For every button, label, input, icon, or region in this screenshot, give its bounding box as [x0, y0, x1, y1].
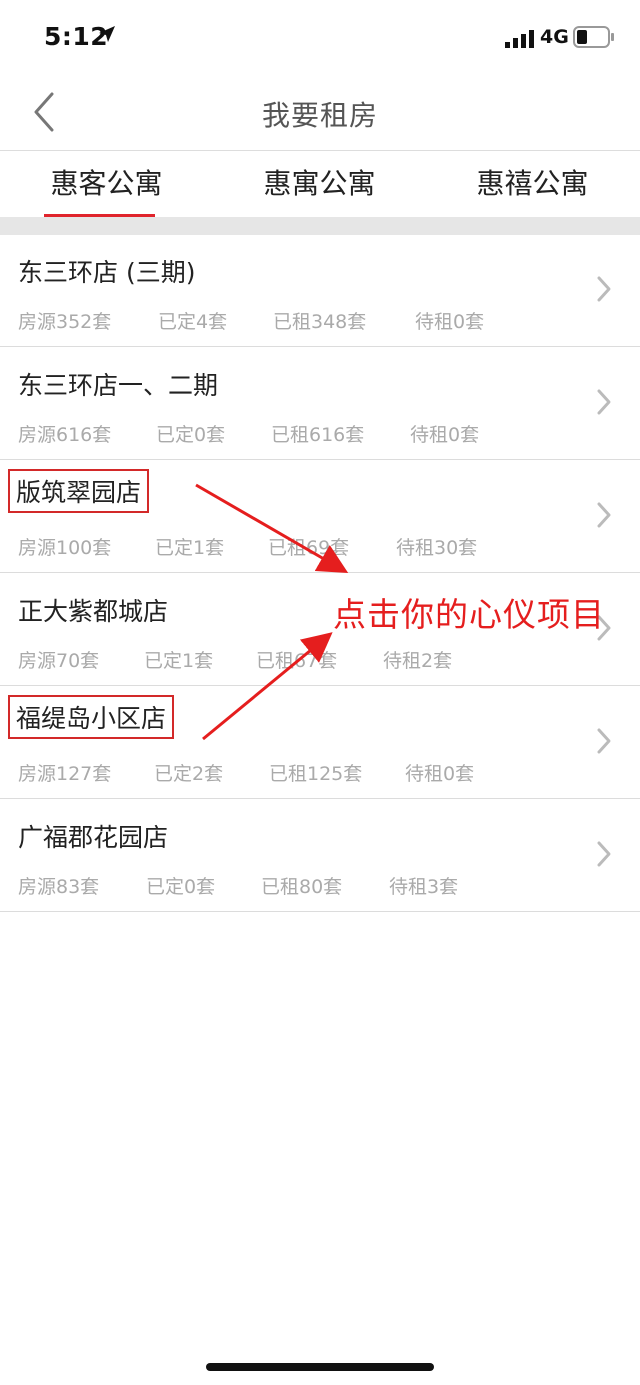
stat-rented: 已租348套: [273, 311, 367, 333]
row-divider: [0, 346, 640, 347]
store-name: 福缇岛小区店: [8, 695, 175, 739]
stat-total: 房源70套: [18, 650, 100, 672]
section-separator: [0, 217, 640, 235]
stat-total: 房源616套: [18, 424, 112, 446]
store-name: 正大紫都城店: [18, 597, 169, 626]
chevron-right-icon: [597, 276, 611, 302]
chevron-right-icon: [597, 728, 611, 754]
tab-label: 惠寓公寓: [263, 167, 376, 200]
stat-total: 房源127套: [18, 763, 112, 785]
nav-bar: 我要租房: [0, 76, 640, 150]
signal-icon: [505, 30, 534, 48]
stat-reserved: 已定2套: [154, 763, 224, 785]
tab-label: 惠禧公寓: [476, 167, 589, 200]
stat-available: 待租3套: [389, 876, 459, 898]
stat-available: 待租0套: [410, 424, 480, 446]
stat-reserved: 已定1套: [155, 537, 225, 559]
stat-available: 待租2套: [383, 650, 453, 672]
stat-reserved: 已定1套: [144, 650, 214, 672]
tab-huixi[interactable]: 惠禧公寓: [426, 151, 639, 217]
list-item[interactable]: 东三环店 (三期) 房源352套 已定4套 已租348套 待租0套: [0, 235, 640, 347]
row-divider: [0, 798, 640, 799]
stat-reserved: 已定4套: [158, 311, 228, 333]
stat-reserved: 已定0套: [146, 876, 216, 898]
stat-total: 房源83套: [18, 876, 100, 898]
chevron-right-icon: [597, 502, 611, 528]
stat-rented: 已租67套: [256, 650, 338, 672]
annotation-text: 点击你的心仪项目: [333, 595, 605, 634]
stat-available: 待租30套: [396, 537, 478, 559]
network-type: 4G: [540, 26, 569, 48]
status-bar: 5:12 4G: [0, 0, 640, 76]
tab-bar: 惠客公寓 惠寓公寓 惠禧公寓: [0, 151, 640, 217]
home-indicator[interactable]: [206, 1363, 434, 1371]
row-divider: [0, 459, 640, 460]
list-item[interactable]: 福缇岛小区店 房源127套 已定2套 已租125套 待租0套: [0, 687, 640, 799]
battery-icon: [573, 26, 614, 48]
stat-total: 房源352套: [18, 311, 112, 333]
row-divider: [0, 572, 640, 573]
row-divider: [0, 685, 640, 686]
chevron-right-icon: [597, 389, 611, 415]
stat-total: 房源100套: [18, 537, 112, 559]
tab-huike[interactable]: 惠客公寓: [0, 151, 213, 217]
stat-rented: 已租80套: [261, 876, 343, 898]
list-item[interactable]: 广福郡花园店 房源83套 已定0套 已租80套 待租3套: [0, 800, 640, 912]
stat-reserved: 已定0套: [156, 424, 226, 446]
tab-label: 惠客公寓: [50, 167, 163, 200]
list-item[interactable]: 版筑翠园店 房源100套 已定1套 已租69套 待租30套: [0, 461, 640, 573]
store-name: 版筑翠园店: [8, 469, 150, 513]
store-name: 东三环店一、二期: [18, 371, 219, 400]
list-item[interactable]: 东三环店一、二期 房源616套 已定0套 已租616套 待租0套: [0, 348, 640, 460]
store-name: 广福郡花园店: [18, 823, 169, 852]
stat-available: 待租0套: [415, 311, 485, 333]
chevron-right-icon: [597, 841, 611, 867]
store-name: 东三环店 (三期): [18, 258, 196, 287]
stat-rented: 已租616套: [271, 424, 365, 446]
row-divider: [0, 911, 640, 912]
tab-huiyu[interactable]: 惠寓公寓: [213, 151, 426, 217]
stat-rented: 已租69套: [268, 537, 350, 559]
stat-rented: 已租125套: [269, 763, 363, 785]
location-arrow-icon: [99, 26, 115, 42]
stat-available: 待租0套: [405, 763, 475, 785]
page-title: 我要租房: [261, 99, 378, 132]
